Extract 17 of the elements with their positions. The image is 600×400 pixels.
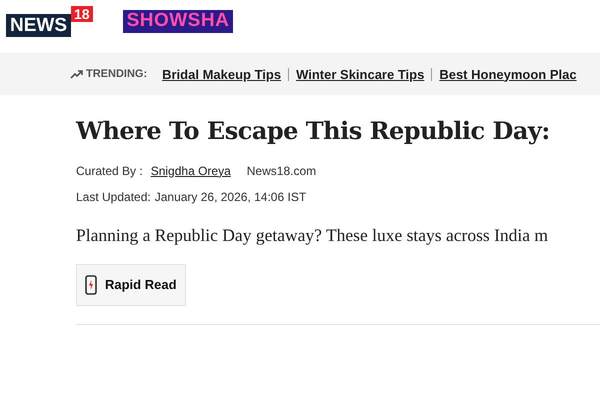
logo-text[interactable]: NEWS — [6, 14, 71, 37]
headline: Where To Escape This Republic Day: — [76, 117, 551, 146]
updated-label: Last Updated: — [76, 188, 151, 206]
logo-badge[interactable]: 18 — [71, 6, 93, 22]
trending-link[interactable]: Bridal Makeup Tips — [155, 68, 290, 80]
trending-link[interactable]: Best Honeymoon Plac — [432, 68, 584, 80]
article-summary: Planning a Republic Day getaway? These luxe stays across India m — [76, 224, 550, 247]
source-link[interactable]: News18.com — [246, 162, 316, 180]
author-link[interactable]: Snigdha Oreya — [150, 162, 231, 180]
phone-icon — [85, 275, 97, 296]
trending-link[interactable]: Winter Skincare Tips — [289, 68, 432, 80]
section-logo[interactable]: SHOWSHA — [122, 10, 234, 33]
trending-icon — [70, 70, 83, 78]
trending-label: TRENDING: — [86, 66, 148, 82]
rapid-read-button[interactable]: Rapid Read — [76, 264, 186, 306]
updated-date: January 26, 2026, 14:06 IST — [154, 188, 306, 206]
byline-label: Curated By : — [76, 162, 143, 180]
